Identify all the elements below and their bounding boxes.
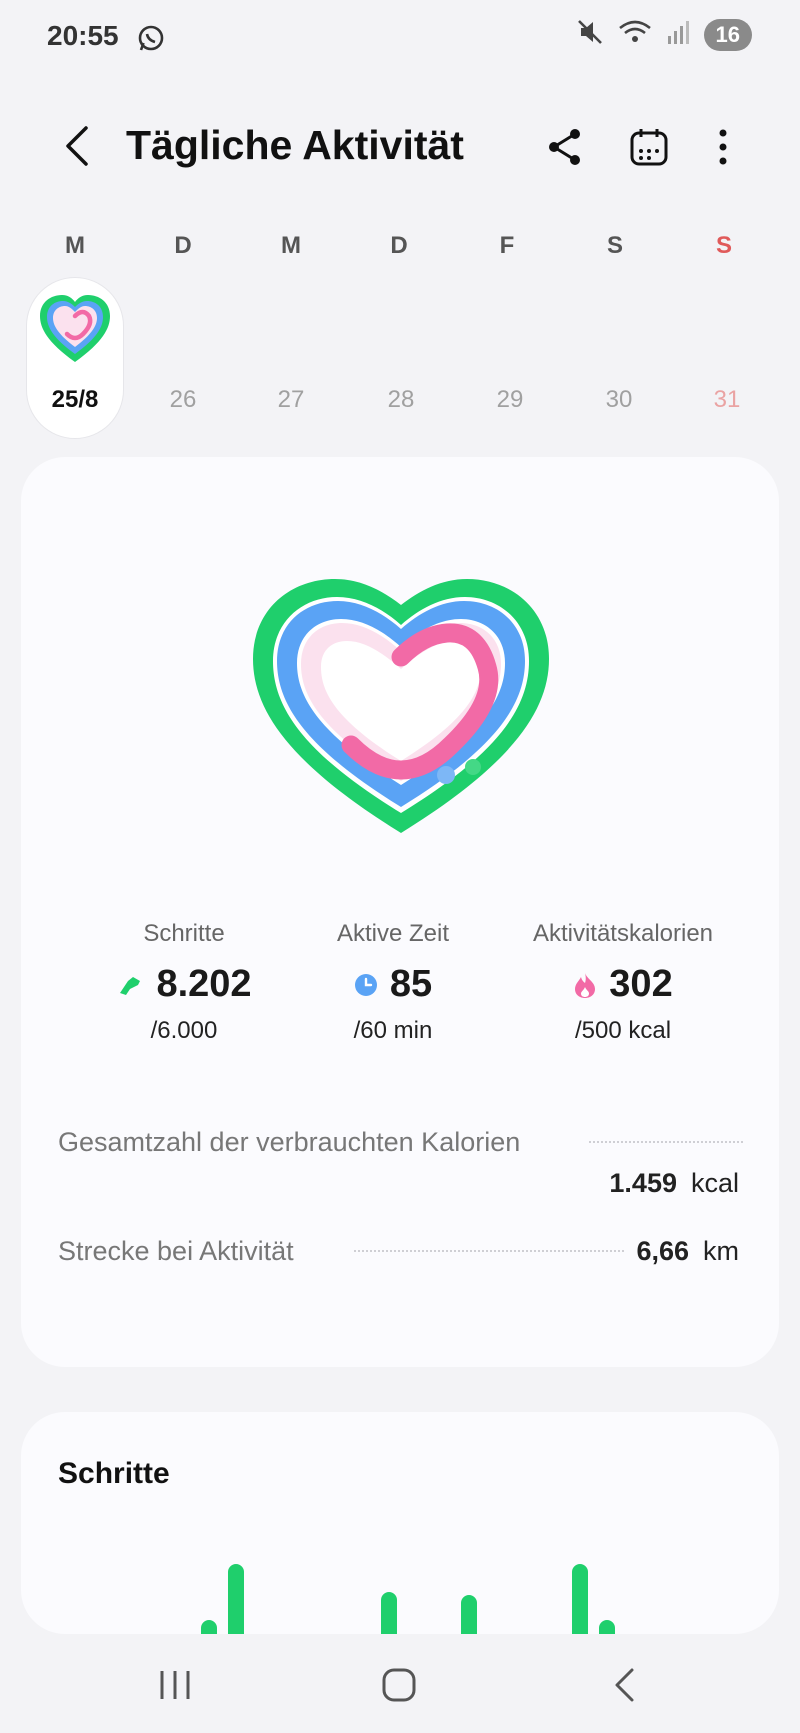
- day-date-28[interactable]: 28: [371, 386, 431, 414]
- activity-heart-icon: [253, 579, 549, 833]
- activity-summary-card: Schritte 8.202 /6.000 Aktive Zeit 85 /60…: [21, 457, 779, 1367]
- steps-bar: [572, 1564, 588, 1634]
- steps-bar: [201, 1620, 217, 1634]
- more-vertical-icon: [719, 129, 727, 165]
- active-time-value-row: 85: [293, 963, 493, 1006]
- day-date-29[interactable]: 29: [480, 386, 540, 414]
- active-time-value: 85: [389, 963, 433, 1005]
- back-arrow-icon: [66, 126, 88, 166]
- share-button[interactable]: [540, 122, 590, 172]
- whatsapp-icon: [137, 25, 165, 58]
- distance-label: Strecke bei Aktivität: [58, 1236, 294, 1266]
- day-letter-fri: F: [499, 232, 515, 259]
- steps-value: 8.202: [156, 963, 252, 1005]
- steps-bar: [381, 1592, 397, 1634]
- day-letter-sat: S: [606, 232, 623, 259]
- shoe-icon: [120, 976, 141, 995]
- activity-heart-small-icon: [40, 295, 110, 362]
- distance-value-row: 6,66 km: [636, 1236, 739, 1267]
- day-date-30[interactable]: 30: [589, 386, 649, 414]
- day-date-selected: 25/8: [51, 386, 99, 413]
- page-title: Tägliche Aktivität: [126, 122, 464, 168]
- nav-back-icon: [615, 1668, 634, 1702]
- total-calories-label: Gesamtzahl der verbrauchten Kalorien: [58, 1127, 521, 1157]
- day-date-31[interactable]: 31: [697, 386, 757, 414]
- active-calories-value: 302: [609, 963, 673, 1005]
- nav-back-button[interactable]: [600, 1660, 650, 1710]
- steps-goal: /6.000: [150, 1017, 218, 1044]
- signal-icon: [666, 18, 690, 51]
- active-calories-goal: /500 kcal: [574, 1017, 672, 1044]
- day-letter-mon: M: [65, 232, 85, 259]
- calendar-icon: [630, 129, 668, 166]
- steps-label: Schritte: [143, 920, 225, 947]
- total-calories-unit: kcal: [690, 1168, 739, 1198]
- active-time-label: Aktive Zeit: [336, 920, 450, 947]
- day-date-26[interactable]: 26: [153, 386, 213, 414]
- active-time-goal: /60 min: [353, 1017, 433, 1044]
- steps-bar: [599, 1620, 615, 1634]
- home-icon: [382, 1668, 416, 1702]
- steps-bar: [228, 1564, 244, 1634]
- steps-card-title: Schritte: [58, 1457, 170, 1490]
- share-icon: [549, 129, 580, 165]
- calendar-button[interactable]: [624, 122, 674, 172]
- day-selected-25[interactable]: 25/8: [27, 278, 123, 438]
- clock-icon: [354, 973, 377, 996]
- steps-bar: [461, 1595, 477, 1634]
- day-letter-tue: D: [174, 232, 192, 259]
- distance-leader: [354, 1250, 624, 1252]
- mute-icon: [576, 18, 604, 51]
- steps-card[interactable]: Schritte: [21, 1412, 779, 1634]
- distance-value: 6,66: [636, 1236, 689, 1266]
- total-calories-leader: [589, 1141, 743, 1143]
- total-calories-value-row: 1.459 kcal: [609, 1168, 739, 1199]
- battery-indicator: 16: [703, 18, 752, 51]
- status-icons: 16: [576, 18, 752, 51]
- total-calories-value: 1.459: [609, 1168, 677, 1198]
- active-calories-value-row: 302: [523, 963, 723, 1006]
- more-options-button[interactable]: [698, 122, 748, 172]
- day-letter-wed: M: [281, 232, 301, 259]
- day-date-27[interactable]: 27: [261, 386, 321, 414]
- home-button[interactable]: [374, 1660, 424, 1710]
- distance-unit: km: [703, 1236, 739, 1266]
- day-letter-thu: D: [390, 232, 408, 259]
- status-time: 20:55: [47, 20, 119, 51]
- day-letter-sun: S: [715, 232, 732, 259]
- recent-apps-button[interactable]: [150, 1660, 200, 1710]
- recent-apps-icon: [160, 1671, 190, 1699]
- flame-icon: [575, 972, 596, 998]
- wifi-icon: [618, 18, 652, 51]
- steps-value-row: 8.202: [74, 963, 294, 1006]
- active-calories-label: Aktivitätskalorien: [532, 920, 714, 947]
- back-button[interactable]: [52, 118, 102, 174]
